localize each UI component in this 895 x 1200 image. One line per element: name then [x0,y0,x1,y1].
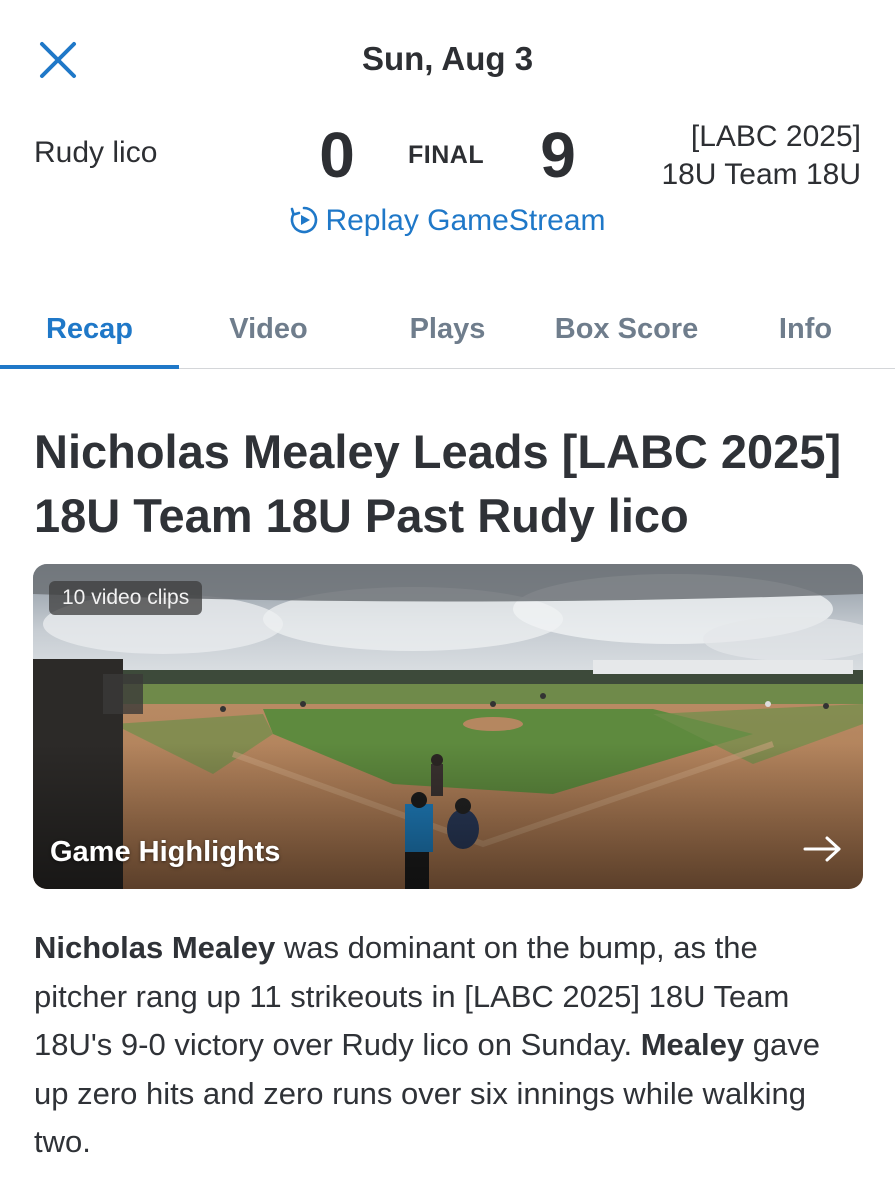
replay-gamestream-link[interactable]: Replay GameStream [0,204,895,238]
game-highlights-video-card[interactable]: 10 video clips Game Highlights [33,564,863,889]
player-surname-bold: Mealey [640,1027,745,1062]
game-date: Sun, Aug 3 [361,40,534,77]
tab-info[interactable]: Info [716,290,895,368]
home-team-name[interactable]: [LABC 2025] 18U Team 18U [661,118,861,194]
home-team-name-line2: 18U Team 18U [661,158,861,191]
video-clip-count-badge: 10 video clips [49,581,203,615]
tab-video[interactable]: Video [179,290,358,368]
recap-paragraph: Nicholas Mealey was dominant on the bump… [34,924,855,1167]
home-team-name-line1: [LABC 2025] [690,120,861,153]
player-name-bold: Nicholas Mealey [34,930,276,965]
away-score: 0 [319,119,355,191]
home-score: 9 [540,119,576,191]
arrow-right-icon [803,836,841,862]
game-recap-screen: Sun, Aug 3 Rudy lico 0 FINAL 9 [LABC 202… [0,0,895,1200]
tab-bar: Recap Video Plays Box Score Info [0,290,895,369]
tab-recap[interactable]: Recap [0,290,179,369]
replay-gamestream-label: Replay GameStream [325,204,606,237]
away-team-name[interactable]: Rudy lico [34,136,157,170]
video-card-title: Game Highlights [50,836,281,868]
replay-play-icon [291,206,318,234]
tab-box-score[interactable]: Box Score [537,290,716,368]
tab-plays[interactable]: Plays [358,290,537,368]
article-headline: Nicholas Mealey Leads [LABC 2025] 18U Te… [34,425,842,542]
game-status: FINAL [408,141,485,169]
